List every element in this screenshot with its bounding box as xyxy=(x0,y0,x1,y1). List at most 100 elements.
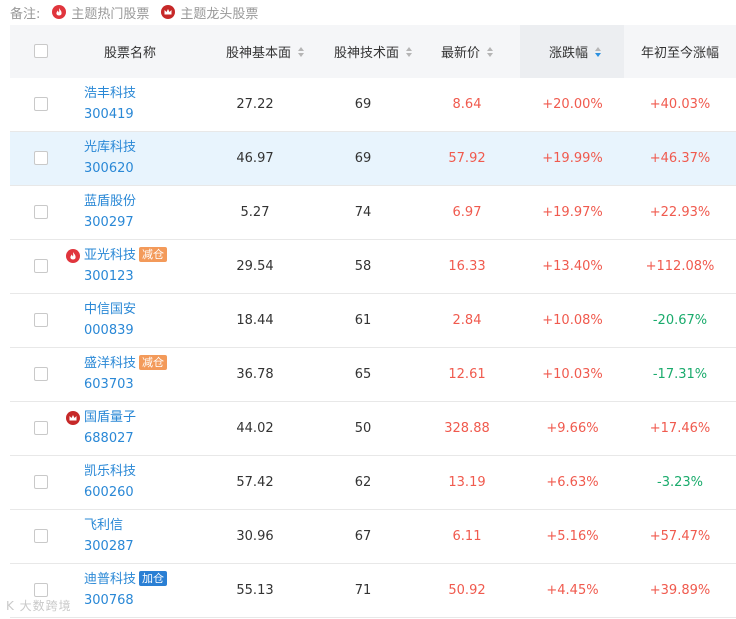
row-checkbox[interactable] xyxy=(34,205,48,219)
stock-code-link[interactable]: 000839 xyxy=(84,321,134,341)
fundamental-score: 30.96 xyxy=(236,529,274,544)
technical-score: 71 xyxy=(354,583,372,598)
change-pct: +20.00% xyxy=(542,97,603,112)
ytd-change: +17.46% xyxy=(649,421,711,436)
fire-icon xyxy=(66,249,80,263)
row-checkbox[interactable] xyxy=(34,97,48,111)
fundamental-score: 36.78 xyxy=(236,367,274,382)
change-pct: +13.40% xyxy=(542,259,603,274)
latest-price: 16.33 xyxy=(448,259,486,274)
technical-score: 50 xyxy=(354,421,372,436)
technical-score: 69 xyxy=(354,151,372,166)
col-change[interactable]: 涨跌幅 xyxy=(525,25,625,78)
change-pct: +5.16% xyxy=(546,529,599,544)
watermark: K 大数跨境 xyxy=(6,599,72,613)
table-row[interactable]: 中信国安 000839 18.44 61 2.84 +10.08% -20.67… xyxy=(10,294,736,348)
change-pct: +10.08% xyxy=(542,313,603,328)
change-pct: +6.63% xyxy=(546,475,599,490)
table-row[interactable]: 浩丰科技 300419 27.22 69 8.64 +20.00% +40.03… xyxy=(10,78,736,132)
sort-desc-icon xyxy=(595,46,601,57)
table-row[interactable]: 飞利信 300287 30.96 67 6.11 +5.16% +57.47% xyxy=(10,510,736,564)
technical-score: 58 xyxy=(354,259,372,274)
stock-code-link[interactable]: 600260 xyxy=(84,483,134,503)
legend-leader: 主题龙头股票 xyxy=(161,3,258,22)
technical-score: 69 xyxy=(354,97,372,112)
crown-icon xyxy=(161,5,176,19)
technical-score: 67 xyxy=(354,529,372,544)
row-checkbox[interactable] xyxy=(34,259,48,273)
technical-score: 61 xyxy=(354,313,372,328)
stock-name-link[interactable]: 光库科技 xyxy=(84,138,136,158)
row-checkbox[interactable] xyxy=(34,583,48,597)
stock-code-link[interactable]: 300768 xyxy=(84,591,134,611)
ytd-change: -17.31% xyxy=(652,367,708,382)
stock-name-link[interactable]: 亚光科技 减仓 xyxy=(84,246,168,266)
ytd-change: -20.67% xyxy=(652,313,708,328)
crown-icon xyxy=(66,411,80,425)
stock-name-link[interactable]: 浩丰科技 xyxy=(84,84,136,104)
fundamental-score: 57.42 xyxy=(236,475,274,490)
stock-code-link[interactable]: 603703 xyxy=(84,375,134,395)
technical-score: 74 xyxy=(354,205,372,220)
stock-name-link[interactable]: 迪普科技 加仓 xyxy=(84,570,168,590)
latest-price: 57.92 xyxy=(448,151,486,166)
table-row[interactable]: 蓝盾股份 300297 5.27 74 6.97 +19.97% +22.93% xyxy=(10,186,736,240)
stock-name-link[interactable]: 凯乐科技 xyxy=(84,462,136,482)
row-checkbox[interactable] xyxy=(34,367,48,381)
col-ytd[interactable]: 年初至今涨幅 xyxy=(624,25,736,78)
row-checkbox[interactable] xyxy=(34,529,48,543)
stock-code-link[interactable]: 300287 xyxy=(84,537,134,557)
sort-icon xyxy=(487,46,493,57)
row-checkbox[interactable] xyxy=(34,475,48,489)
fundamental-score: 18.44 xyxy=(236,313,274,328)
row-checkbox[interactable] xyxy=(34,421,48,435)
stock-name-link[interactable]: 盛洋科技 减仓 xyxy=(84,354,168,374)
table-header: 股票名称 股神基本面 股神技术面 最新价 涨跌幅 年初至今涨幅 xyxy=(10,25,736,78)
stock-name-link[interactable]: 蓝盾股份 xyxy=(84,192,136,212)
stock-code-link[interactable]: 300297 xyxy=(84,213,134,233)
ytd-change: -3.23% xyxy=(657,475,703,490)
legend-leader-label: 主题龙头股票 xyxy=(180,6,259,22)
legend-note: 备注: 主题热门股票 主题龙头股票 xyxy=(10,2,258,22)
table-row[interactable]: 光库科技 300620 46.97 69 57.92 +19.99% +46.3… xyxy=(10,132,736,186)
fundamental-score: 27.22 xyxy=(236,97,274,112)
legend-hot: 主题热门股票 xyxy=(52,3,149,22)
latest-price: 50.92 xyxy=(448,583,486,598)
table-row[interactable]: 盛洋科技 减仓 603703 36.78 65 12.61 +10.03% -17… xyxy=(10,348,736,402)
table-row[interactable]: 国盾量子 688027 44.02 50 328.88 +9.66% +17.4… xyxy=(10,402,736,456)
table-body: 浩丰科技 300419 27.22 69 8.64 +20.00% +40.03… xyxy=(10,78,736,618)
select-all-checkbox[interactable] xyxy=(34,44,48,58)
stock-code-link[interactable]: 300123 xyxy=(84,267,134,287)
stock-name-link[interactable]: 国盾量子 xyxy=(84,408,136,428)
col-price[interactable]: 最新价 xyxy=(422,25,512,78)
technical-score: 62 xyxy=(354,475,372,490)
latest-price: 6.97 xyxy=(452,205,482,220)
col-technical[interactable]: 股神技术面 xyxy=(318,25,428,78)
sort-icon xyxy=(406,46,412,57)
ytd-change: +22.93% xyxy=(649,205,711,220)
change-pct: +4.45% xyxy=(546,583,599,598)
stock-code-link[interactable]: 300620 xyxy=(84,159,134,179)
row-checkbox[interactable] xyxy=(34,313,48,327)
ytd-change: +112.08% xyxy=(645,259,715,274)
latest-price: 8.64 xyxy=(452,97,482,112)
ytd-change: +57.47% xyxy=(649,529,711,544)
stock-name-link[interactable]: 飞利信 xyxy=(84,516,123,536)
stock-name-link[interactable]: 中信国安 xyxy=(84,300,136,320)
stock-table: 股票名称 股神基本面 股神技术面 最新价 涨跌幅 年初至今涨幅 浩丰科技 300… xyxy=(10,25,736,618)
latest-price: 12.61 xyxy=(448,367,486,382)
sort-icon xyxy=(298,46,304,57)
fire-icon xyxy=(52,5,67,19)
col-fundamental[interactable]: 股神基本面 xyxy=(210,25,320,78)
change-pct: +10.03% xyxy=(542,367,603,382)
table-row[interactable]: 凯乐科技 600260 57.42 62 13.19 +6.63% -3.23% xyxy=(10,456,736,510)
row-checkbox[interactable] xyxy=(34,151,48,165)
latest-price: 13.19 xyxy=(448,475,486,490)
position-tag: 减仓 xyxy=(139,247,168,262)
table-row[interactable]: 迪普科技 加仓 300768 55.13 71 50.92 +4.45% +39.… xyxy=(10,564,736,618)
stock-code-link[interactable]: 300419 xyxy=(84,105,134,125)
latest-price: 2.84 xyxy=(452,313,482,328)
latest-price: 328.88 xyxy=(444,421,490,436)
table-row[interactable]: 亚光科技 减仓 300123 29.54 58 16.33 +13.40% +11… xyxy=(10,240,736,294)
stock-code-link[interactable]: 688027 xyxy=(84,429,134,449)
